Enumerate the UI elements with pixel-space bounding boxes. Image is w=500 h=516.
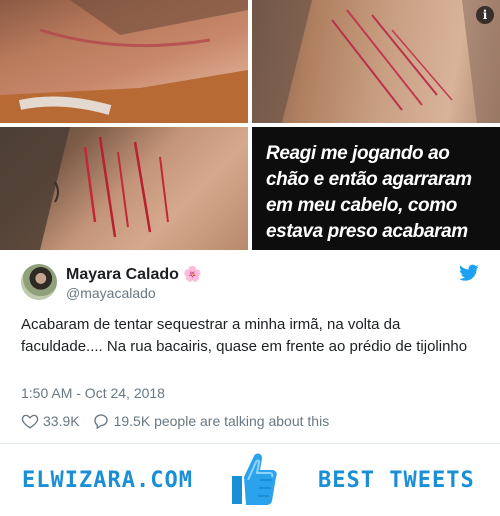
caption-text: Reagi me jogando ao chão e então agarrar… bbox=[266, 141, 494, 245]
site-tagline: BEST TWEETS bbox=[318, 468, 475, 493]
thumbs-up-icon bbox=[232, 453, 277, 505]
photo-forearm-scratches[interactable] bbox=[0, 127, 248, 250]
twitter-bird-icon[interactable] bbox=[459, 264, 479, 282]
site-brand[interactable]: ELWIZARA.COM bbox=[22, 468, 193, 493]
photo-neck-illustration bbox=[0, 0, 248, 123]
reply-bubble-icon[interactable] bbox=[92, 412, 110, 430]
tweet-card: Mayara Calado 🌸 @mayacalado Acabaram de t… bbox=[0, 250, 500, 444]
tweet-actions: 33.9K 19.5K people are talking about thi… bbox=[21, 412, 329, 430]
avatar[interactable] bbox=[21, 264, 57, 300]
author-name-text: Mayara Calado bbox=[66, 266, 179, 283]
photo-forearm-illustration bbox=[0, 127, 169, 250]
tweet-media-grid: i Reagi me jogando ao chão e então agarr… bbox=[0, 0, 500, 250]
caption-line: chão e então agarraram bbox=[266, 169, 472, 190]
flower-emoji: 🌸 bbox=[182, 266, 202, 283]
tweet-text: Acabaram de tentar sequestrar a minha ir… bbox=[21, 316, 468, 355]
caption-line: estava preso acabaram bbox=[266, 221, 468, 242]
heart-icon[interactable] bbox=[21, 412, 39, 430]
photo-caption-card[interactable]: Reagi me jogando ao chão e então agarrar… bbox=[252, 127, 500, 250]
photo-neck-scratches[interactable] bbox=[0, 0, 248, 123]
caption-line: Reagi me jogando ao bbox=[266, 143, 450, 164]
talking-count[interactable]: 19.5K people are talking about this bbox=[114, 413, 330, 429]
photo-arm-scratches[interactable]: i bbox=[252, 0, 500, 123]
author-handle[interactable]: @mayacalado bbox=[66, 285, 156, 301]
like-count[interactable]: 33.9K bbox=[43, 413, 80, 429]
photo-arm-illustration bbox=[252, 0, 500, 123]
info-icon[interactable]: i bbox=[476, 6, 494, 24]
site-banner: ELWIZARA.COM BEST TWEETS bbox=[0, 444, 500, 516]
tweet-timestamp[interactable]: 1:50 AM - Oct 24, 2018 bbox=[21, 385, 165, 401]
author-name[interactable]: Mayara Calado 🌸 bbox=[66, 265, 202, 284]
caption-line: em meu cabelo, como bbox=[266, 195, 457, 216]
